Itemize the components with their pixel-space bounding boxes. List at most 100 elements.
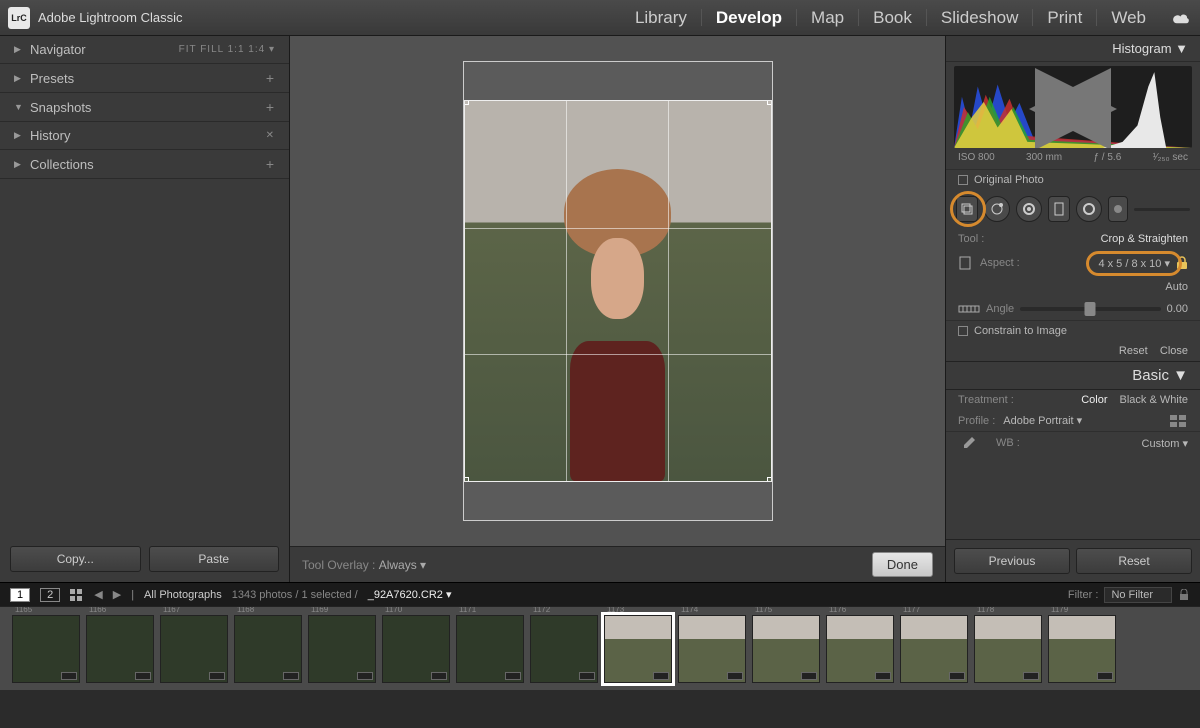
crop-bounds-outer[interactable] bbox=[463, 61, 773, 521]
eyedropper-icon[interactable] bbox=[958, 436, 976, 450]
filmstrip-thumb[interactable] bbox=[974, 615, 1042, 683]
current-filename[interactable]: _92A7620.CR2 ▾ bbox=[368, 588, 452, 601]
paste-settings-button[interactable]: Paste bbox=[149, 546, 280, 572]
panel-snapshots[interactable]: ▼ Snapshots + bbox=[0, 93, 289, 122]
auto-straighten-button[interactable]: Auto bbox=[1165, 281, 1188, 293]
photo-count: 1343 photos / 1 selected / bbox=[232, 589, 358, 601]
filmstrip-thumb[interactable] bbox=[752, 615, 820, 683]
spot-removal-button[interactable] bbox=[984, 196, 1010, 222]
angle-slider[interactable] bbox=[1020, 307, 1160, 311]
exif-focal: 300 mm bbox=[1026, 152, 1062, 163]
filmstrip-thumb[interactable] bbox=[382, 615, 450, 683]
reset-all-button[interactable]: Reset bbox=[1076, 548, 1192, 574]
filmstrip-thumb[interactable] bbox=[530, 615, 598, 683]
navigator-zoom-options[interactable]: FIT FILL 1:1 1:4 ▾ bbox=[179, 44, 275, 55]
panel-history[interactable]: ▶ History ✕ bbox=[0, 122, 289, 150]
crop-gridline bbox=[566, 101, 567, 481]
constrain-label: Constrain to Image bbox=[974, 325, 1067, 337]
highlight-clip-icon[interactable] bbox=[954, 68, 1189, 148]
done-button[interactable]: Done bbox=[872, 552, 933, 577]
filmstrip-thumb[interactable] bbox=[604, 615, 672, 683]
profile-browser-icon[interactable] bbox=[1170, 415, 1188, 427]
module-slideshow[interactable]: Slideshow bbox=[927, 9, 1034, 26]
breadcrumb-collection[interactable]: All Photographs bbox=[144, 589, 222, 601]
photo-preview[interactable] bbox=[464, 100, 772, 482]
crop-tool-button[interactable] bbox=[956, 196, 978, 222]
crop-reset-button[interactable]: Reset bbox=[1119, 345, 1148, 357]
panel-navigator[interactable]: ▶ Navigator FIT FILL 1:1 1:4 ▾ bbox=[0, 36, 289, 64]
module-print[interactable]: Print bbox=[1033, 9, 1097, 26]
filmstrip[interactable] bbox=[0, 606, 1200, 690]
filmstrip-thumb[interactable] bbox=[308, 615, 376, 683]
secondary-display-1[interactable]: 1 bbox=[10, 588, 30, 602]
tool-strip bbox=[946, 190, 1200, 228]
angle-ruler-icon[interactable] bbox=[958, 302, 980, 316]
filmstrip-thumb[interactable] bbox=[900, 615, 968, 683]
histogram[interactable] bbox=[954, 66, 1192, 148]
tool-slider[interactable] bbox=[1134, 208, 1190, 211]
previous-button[interactable]: Previous bbox=[954, 548, 1070, 574]
filmstrip-thumb[interactable] bbox=[86, 615, 154, 683]
add-collection-button[interactable]: + bbox=[266, 156, 275, 172]
panel-histogram-header[interactable]: Histogram ▼ bbox=[946, 36, 1200, 62]
slider-thumb[interactable] bbox=[1085, 302, 1096, 316]
graduated-filter-button[interactable] bbox=[1048, 196, 1070, 222]
aspect-dropdown[interactable]: 4 x 5 / 8 x 10 ▾ bbox=[1098, 257, 1170, 270]
crop-handle[interactable] bbox=[464, 477, 469, 482]
angle-label: Angle bbox=[986, 303, 1014, 315]
crop-close-button[interactable]: Close bbox=[1160, 345, 1188, 357]
wb-dropdown[interactable]: Custom ▾ bbox=[1142, 437, 1188, 450]
panel-presets[interactable]: ▶ Presets + bbox=[0, 64, 289, 93]
cloud-sync-icon[interactable] bbox=[1170, 11, 1192, 25]
canvas-toolbar: Tool Overlay : Always ▾ Done bbox=[290, 546, 945, 582]
lock-icon[interactable] bbox=[1176, 256, 1188, 270]
treatment-bw[interactable]: Black & White bbox=[1120, 394, 1188, 406]
filter-dropdown[interactable]: No Filter bbox=[1104, 587, 1172, 603]
checkbox-icon[interactable] bbox=[958, 326, 968, 336]
panel-collections[interactable]: ▶ Collections + bbox=[0, 150, 289, 179]
constrain-row[interactable]: Constrain to Image bbox=[946, 320, 1200, 341]
panel-label: Navigator bbox=[30, 42, 86, 57]
filmstrip-thumb[interactable] bbox=[826, 615, 894, 683]
crop-frame-icon[interactable] bbox=[958, 255, 974, 271]
module-book[interactable]: Book bbox=[859, 9, 927, 26]
checkbox-icon[interactable] bbox=[958, 175, 968, 185]
secondary-display-2[interactable]: 2 bbox=[40, 588, 60, 602]
radial-filter-button[interactable] bbox=[1076, 196, 1102, 222]
profile-dropdown[interactable]: Adobe Portrait ▾ bbox=[1003, 414, 1082, 427]
add-preset-button[interactable]: + bbox=[266, 70, 275, 86]
filmstrip-thumb[interactable] bbox=[1048, 615, 1116, 683]
filmstrip-thumb[interactable] bbox=[678, 615, 746, 683]
crop-handle[interactable] bbox=[767, 100, 772, 105]
nav-back-icon[interactable]: ◀ bbox=[94, 588, 102, 601]
filmstrip-thumb[interactable] bbox=[12, 615, 80, 683]
tool-overlay-dropdown[interactable]: Always ▾ bbox=[379, 558, 426, 572]
original-photo-row[interactable]: Original Photo bbox=[946, 169, 1200, 190]
module-library[interactable]: Library bbox=[621, 9, 702, 26]
module-web[interactable]: Web bbox=[1097, 9, 1160, 26]
disclosure-icon: ▶ bbox=[14, 159, 22, 170]
add-snapshot-button[interactable]: + bbox=[266, 99, 275, 115]
grid-view-icon[interactable] bbox=[70, 589, 84, 601]
exif-iso: ISO 800 bbox=[958, 152, 995, 163]
module-map[interactable]: Map bbox=[797, 9, 859, 26]
nav-fwd-icon[interactable]: ▶ bbox=[113, 588, 121, 601]
treatment-color[interactable]: Color bbox=[1081, 394, 1107, 406]
redeye-tool-button[interactable] bbox=[1016, 196, 1042, 222]
subject-silhouette bbox=[550, 169, 685, 481]
crop-handle[interactable] bbox=[767, 477, 772, 482]
crop-handle[interactable] bbox=[464, 100, 469, 105]
filmstrip-thumb[interactable] bbox=[160, 615, 228, 683]
filmstrip-thumb[interactable] bbox=[456, 615, 524, 683]
filmstrip-thumb[interactable] bbox=[234, 615, 302, 683]
thumb-badge-icon bbox=[283, 672, 299, 680]
brush-tool-button[interactable] bbox=[1108, 196, 1128, 222]
module-develop[interactable]: Develop bbox=[702, 9, 797, 26]
angle-value[interactable]: 0.00 bbox=[1167, 303, 1188, 315]
panel-basic-header[interactable]: Basic ▼ bbox=[946, 361, 1200, 390]
left-footer: Copy... Paste bbox=[0, 536, 289, 582]
filter-lock-icon[interactable] bbox=[1178, 589, 1190, 601]
clear-history-button[interactable]: ✕ bbox=[266, 130, 275, 141]
copy-settings-button[interactable]: Copy... bbox=[10, 546, 141, 572]
thumb-badge-icon bbox=[875, 672, 891, 680]
